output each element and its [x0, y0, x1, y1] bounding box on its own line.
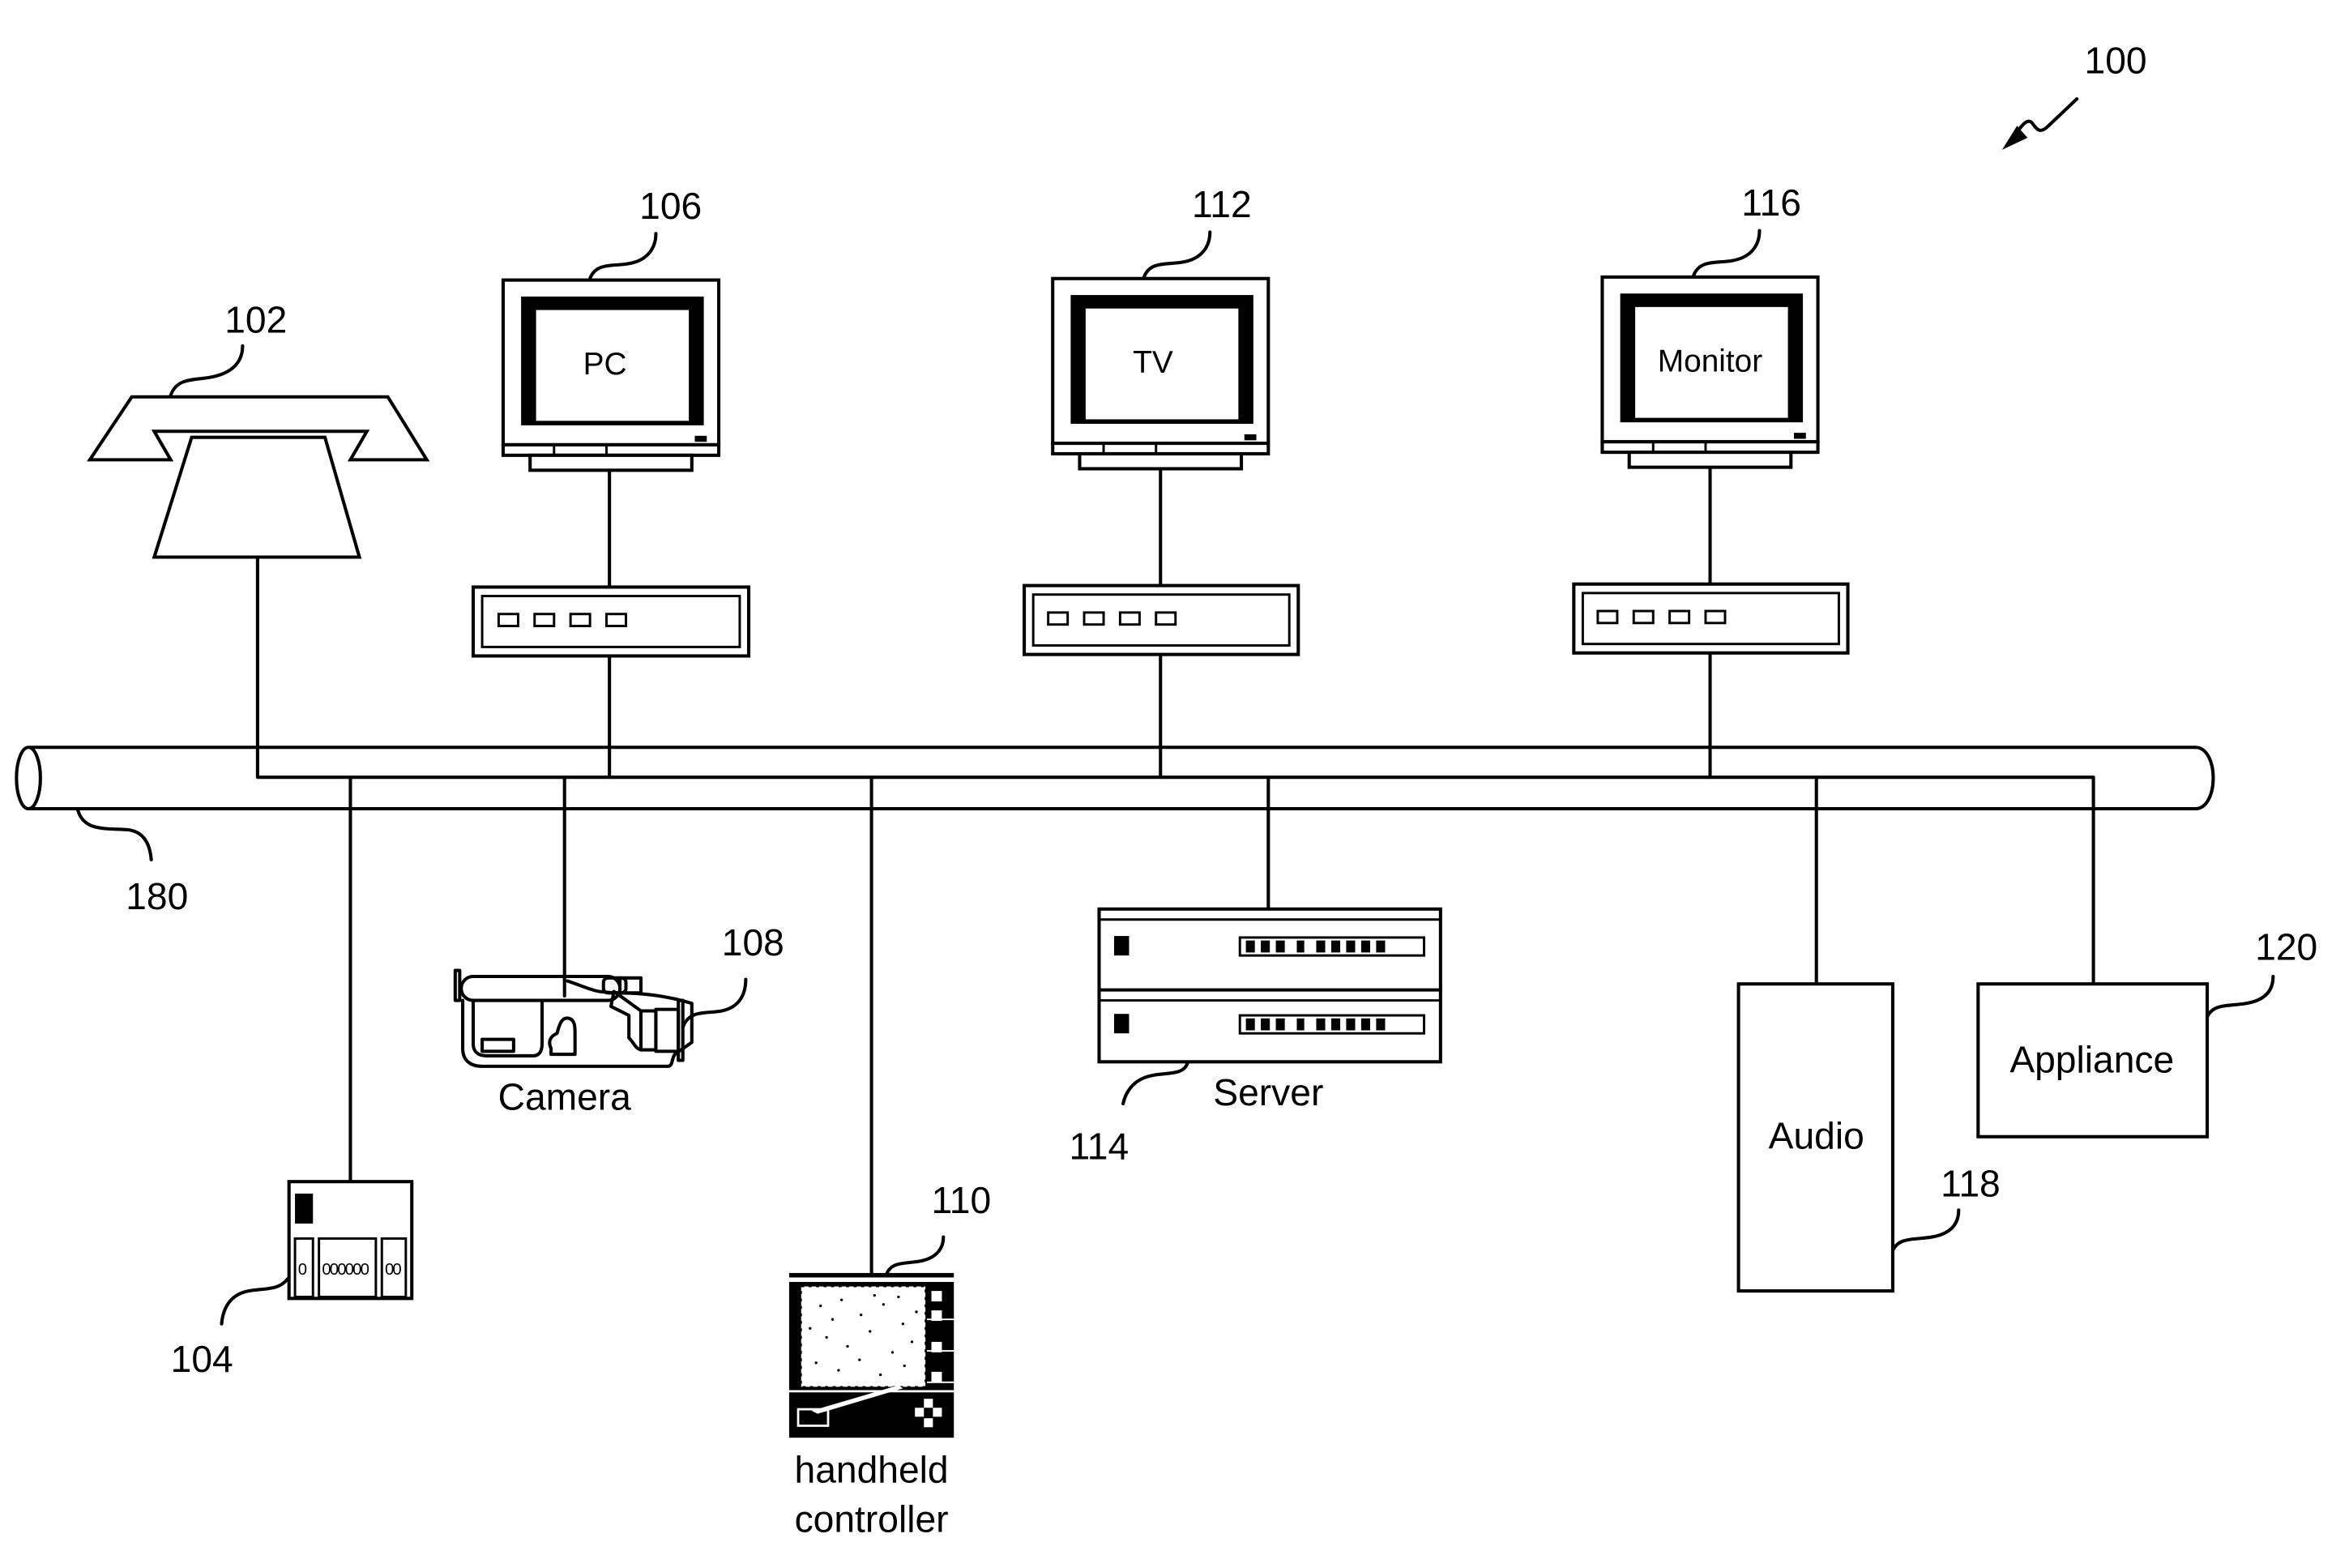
- audio-label: Audio: [1769, 1115, 1864, 1157]
- appliance-label: Appliance: [2009, 1038, 2174, 1080]
- ref-104: 104: [171, 1338, 233, 1380]
- ref-120-leader: [2206, 974, 2275, 1019]
- pc-device[interactable]: PC 106: [471, 185, 751, 780]
- ref-100: 100: [2085, 40, 2147, 82]
- ref-118-leader: [1890, 1208, 1961, 1253]
- camera-label: Camera: [498, 1075, 632, 1117]
- ref-110: 110: [932, 1179, 992, 1221]
- handheld-label-line1: handheld: [795, 1449, 949, 1491]
- tv-settop-box: [1023, 583, 1300, 656]
- ref-112: 112: [1192, 183, 1252, 225]
- ref-120: 120: [2255, 926, 2317, 968]
- appliance-device[interactable]: Appliance 120: [1976, 926, 2317, 1139]
- ref-110-leader: [885, 1235, 946, 1276]
- tv-label: TV: [1133, 345, 1173, 380]
- arrowhead-icon: [2001, 126, 2028, 150]
- ref-116: 116: [1741, 182, 1801, 224]
- svg-text:000000: 000000: [322, 1261, 369, 1279]
- figure-reference: 100: [2001, 40, 2147, 150]
- svg-text:0: 0: [298, 1261, 307, 1279]
- telephone-base-icon: [152, 435, 362, 559]
- ref-116-leader: [1692, 229, 1762, 278]
- ref-102-leader: [169, 344, 245, 397]
- monitor-device[interactable]: Monitor 116: [1572, 182, 1850, 780]
- network-diagram: 100 180 102 PC 106 TV 112 Monitor 116 0 …: [15, 40, 2317, 1540]
- ref-108: 108: [722, 921, 784, 963]
- ref-106: 106: [639, 185, 702, 227]
- monitor-settop-box: [1572, 582, 1850, 655]
- svg-text:00: 00: [385, 1261, 401, 1279]
- camera-device[interactable]: 108 Camera: [453, 775, 784, 1117]
- server-label: Server: [1213, 1071, 1323, 1113]
- handheld-controller-icon: [788, 1272, 954, 1438]
- ref-112-leader: [1142, 230, 1212, 279]
- telephone-device[interactable]: 102: [87, 298, 430, 559]
- handheld-label-line2: controller: [795, 1498, 949, 1540]
- monitor-label: Monitor: [1658, 344, 1762, 378]
- pc-settop-box: [471, 585, 751, 658]
- tv-device[interactable]: TV 112: [1023, 183, 1300, 780]
- bus-end-icon: [15, 746, 42, 811]
- server-rack-icon: [1097, 907, 1442, 1064]
- ref-114-leader: [1121, 1062, 1189, 1106]
- ref-114: 114: [1070, 1125, 1130, 1167]
- ref-100-leader: [2015, 96, 2079, 134]
- pc-label: PC: [583, 347, 627, 382]
- ref-180: 180: [126, 875, 188, 917]
- handheld-controller-device[interactable]: 110 handheld controller: [788, 775, 992, 1540]
- ref-104-leader: [220, 1277, 289, 1326]
- ref-102: 102: [224, 298, 287, 340]
- ref-106-leader: [588, 232, 658, 280]
- ref-180-leader: [76, 808, 153, 861]
- audio-device[interactable]: Audio 118: [1736, 775, 2001, 1293]
- camera-icon: [453, 968, 694, 1068]
- server-device[interactable]: Server 114: [1070, 775, 1442, 1167]
- ref-118: 118: [1941, 1163, 2001, 1205]
- device-104[interactable]: 0 000000 00 104: [171, 775, 414, 1380]
